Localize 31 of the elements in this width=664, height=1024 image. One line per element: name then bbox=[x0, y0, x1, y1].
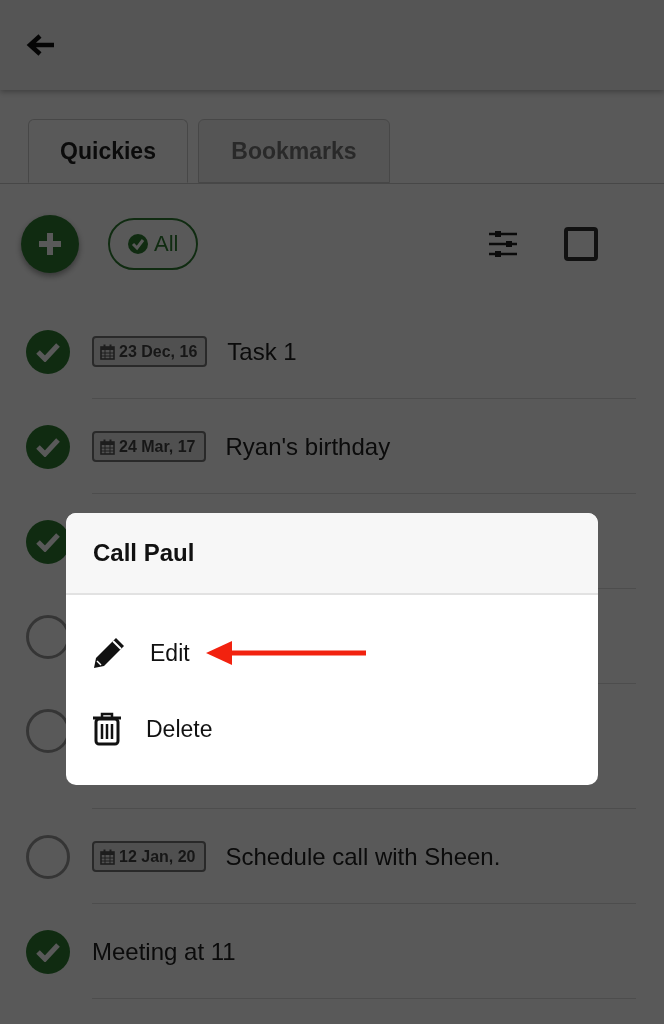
tab[interactable]: Quickies bbox=[28, 119, 188, 183]
add-button[interactable] bbox=[21, 215, 79, 273]
task-title: Schedule call with Sheen. bbox=[225, 842, 501, 871]
task-title: Ryan's birthday bbox=[225, 432, 391, 461]
task-title: Task 1 bbox=[227, 337, 297, 366]
dialog-title: Call Paul bbox=[93, 539, 195, 567]
checkbox[interactable] bbox=[564, 227, 598, 261]
checkmark-icon bbox=[35, 531, 61, 552]
check-circle-icon bbox=[128, 234, 148, 254]
back-arrow-icon[interactable] bbox=[26, 33, 56, 57]
checkmark-icon bbox=[35, 941, 61, 962]
checkmark-icon bbox=[35, 436, 61, 457]
task-checkbox[interactable] bbox=[26, 929, 70, 974]
sliders-icon[interactable] bbox=[488, 231, 518, 257]
pencil-icon bbox=[92, 636, 126, 670]
task-title: Meeting at 11 bbox=[92, 937, 236, 966]
date-text: 12 Jan, 20 bbox=[119, 847, 196, 866]
calendar-icon bbox=[100, 438, 115, 455]
filter-chip[interactable]: All bbox=[108, 218, 199, 270]
trash-icon bbox=[92, 712, 122, 746]
task-checkbox[interactable] bbox=[26, 424, 70, 469]
date-text: 24 Mar, 17 bbox=[119, 437, 196, 456]
task-checkbox[interactable] bbox=[26, 329, 70, 374]
date-text: 23 Dec, 16 bbox=[119, 342, 198, 361]
menu-item[interactable]: Edit bbox=[66, 615, 598, 691]
checkmark-icon bbox=[35, 341, 61, 362]
calendar-icon bbox=[100, 848, 115, 865]
menu-item[interactable]: Delete bbox=[66, 691, 598, 767]
plus-icon bbox=[37, 231, 63, 257]
calendar-icon bbox=[100, 343, 115, 360]
task-checkbox[interactable] bbox=[26, 834, 70, 879]
